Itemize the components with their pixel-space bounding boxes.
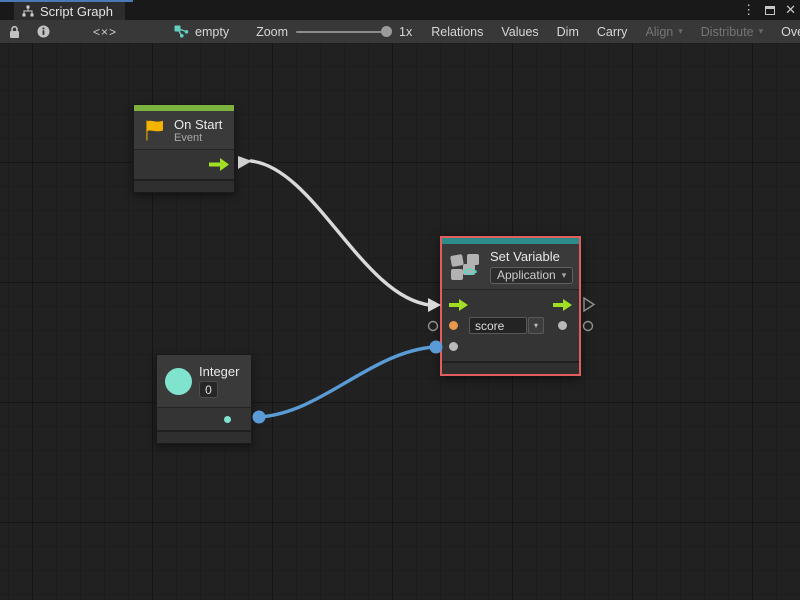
variable-name-dropdown[interactable]: ▾ bbox=[528, 317, 544, 334]
node-header[interactable]: Integer 0 bbox=[157, 355, 251, 407]
node-on-start[interactable]: On Start Event bbox=[133, 104, 235, 193]
close-icon[interactable]: ✕ bbox=[785, 0, 796, 20]
value-input-port[interactable] bbox=[449, 342, 458, 351]
flow-output-port[interactable] bbox=[553, 299, 572, 311]
node-title: Set Variable bbox=[490, 249, 573, 264]
node-footer bbox=[157, 432, 251, 443]
node-title: Integer bbox=[199, 364, 239, 379]
integer-output-port[interactable] bbox=[224, 416, 231, 423]
distribute-dropdown-button[interactable]: Distribute▾ bbox=[692, 20, 772, 43]
value-port-row bbox=[442, 336, 579, 357]
set-variable-icon: <> bbox=[450, 252, 483, 282]
node-ports: score ▾ bbox=[442, 290, 579, 361]
window-controls: ⋮ ✕ bbox=[742, 0, 796, 20]
zoom-value: 1x bbox=[399, 25, 412, 39]
chevron-down-icon: ▾ bbox=[759, 26, 764, 37]
maximize-icon[interactable] bbox=[765, 6, 775, 15]
graph-breadcrumb[interactable]: empty bbox=[152, 20, 238, 43]
code-view-button[interactable]: <×> bbox=[58, 20, 152, 43]
node-subtitle: Event bbox=[174, 132, 222, 144]
node-title: On Start bbox=[174, 117, 222, 132]
tab-title: Script Graph bbox=[40, 4, 113, 19]
chevron-down-icon: ▾ bbox=[534, 321, 538, 330]
integer-value-field[interactable]: 0 bbox=[199, 381, 218, 398]
flow-port-row bbox=[442, 294, 579, 315]
variable-name-input[interactable]: score bbox=[469, 317, 527, 334]
relations-button[interactable]: Relations bbox=[422, 20, 492, 43]
zoom-control: Zoom 1x bbox=[238, 20, 422, 43]
flow-input-port[interactable] bbox=[449, 299, 468, 311]
dim-button[interactable]: Dim bbox=[548, 20, 588, 43]
align-dropdown-button[interactable]: Align▾ bbox=[636, 20, 691, 43]
node-ports bbox=[134, 150, 234, 179]
node-ports bbox=[157, 408, 251, 430]
flag-icon bbox=[142, 118, 167, 143]
info-icon bbox=[37, 25, 50, 38]
node-integer[interactable]: Integer 0 bbox=[156, 354, 252, 444]
titlebar: Script Graph ⋮ ✕ bbox=[0, 0, 800, 20]
window-menu-icon[interactable]: ⋮ bbox=[742, 0, 755, 20]
graph-breadcrumb-label: empty bbox=[195, 25, 229, 39]
info-button[interactable] bbox=[29, 20, 58, 43]
chevron-down-icon: ▾ bbox=[678, 26, 683, 37]
zoom-slider-handle[interactable] bbox=[381, 26, 392, 37]
values-button[interactable]: Values bbox=[492, 20, 547, 43]
overview-button[interactable]: Overview bbox=[772, 20, 800, 43]
lock-icon bbox=[8, 25, 21, 39]
lock-button[interactable] bbox=[0, 20, 29, 43]
node-footer bbox=[442, 363, 579, 374]
zoom-slider[interactable] bbox=[296, 31, 391, 33]
node-set-variable[interactable]: <> Set Variable Application ▾ bbox=[440, 236, 581, 376]
tab-script-graph[interactable]: Script Graph bbox=[14, 2, 125, 20]
node-footer bbox=[134, 181, 234, 192]
chevron-down-icon: ▾ bbox=[562, 270, 567, 281]
node-header[interactable]: <> Set Variable Application ▾ bbox=[442, 244, 579, 289]
graph-hierarchy-icon bbox=[22, 5, 34, 17]
variable-name-field: score ▾ bbox=[469, 317, 544, 334]
graph-canvas[interactable] bbox=[0, 44, 800, 600]
graph-toolbar: <×> empty Zoom 1x Relations Values Dim C… bbox=[0, 20, 800, 44]
value-output-port[interactable] bbox=[558, 321, 567, 330]
code-icon: <×> bbox=[67, 25, 143, 39]
graph-icon bbox=[174, 25, 189, 38]
zoom-label: Zoom bbox=[256, 25, 288, 39]
variable-scope-dropdown[interactable]: Application ▾ bbox=[490, 267, 573, 284]
integer-type-icon bbox=[165, 368, 192, 395]
script-graph-window: Script Graph ⋮ ✕ <×> bbox=[0, 0, 800, 600]
carry-button[interactable]: Carry bbox=[588, 20, 637, 43]
flow-output-port[interactable] bbox=[209, 158, 229, 171]
name-input-port[interactable] bbox=[449, 321, 458, 330]
node-header[interactable]: On Start Event bbox=[134, 111, 234, 149]
name-port-row: score ▾ bbox=[442, 315, 579, 336]
